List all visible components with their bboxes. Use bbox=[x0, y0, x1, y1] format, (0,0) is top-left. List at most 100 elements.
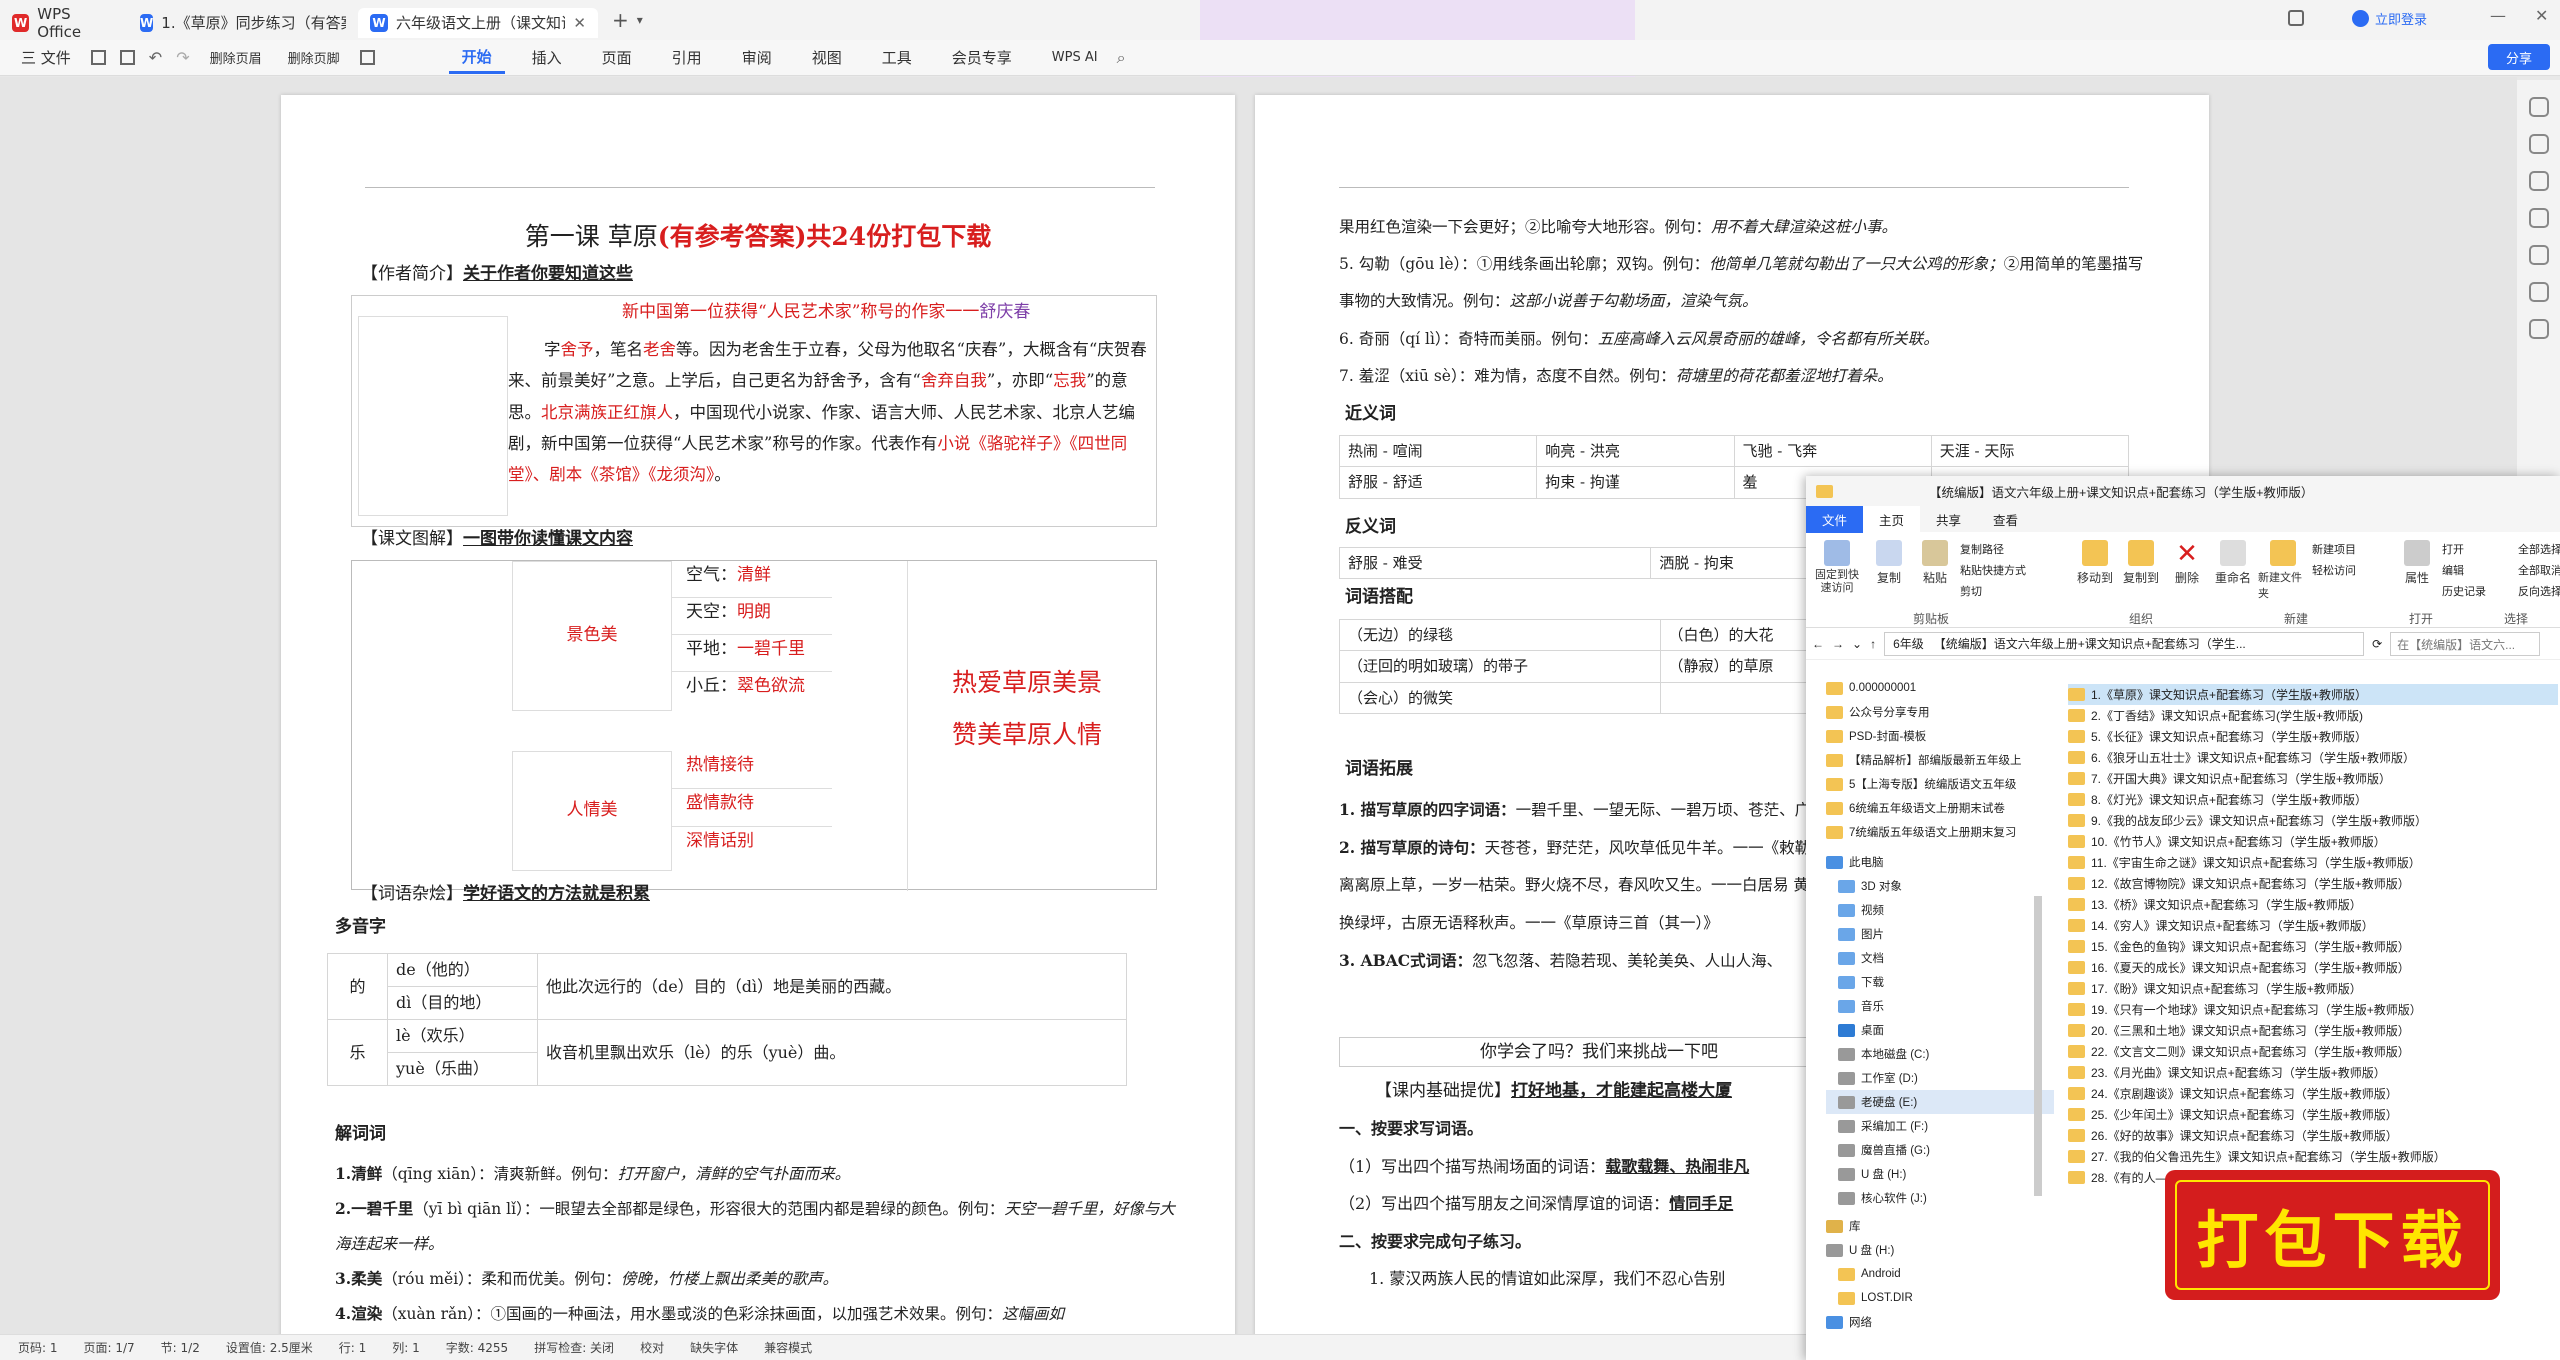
chevron-down-icon[interactable]: ▾ bbox=[637, 13, 643, 27]
tab-reference[interactable]: 引用 bbox=[659, 42, 715, 74]
nav-item[interactable]: 6统编五年级语文上册期末试卷 bbox=[1826, 796, 2054, 820]
undo-icon[interactable]: ↶ bbox=[149, 48, 162, 67]
pin-quick-access-button[interactable]: 固定到快速访问 bbox=[1810, 540, 1864, 595]
paste-shortcut-button[interactable]: 粘贴快捷方式 bbox=[1960, 561, 2070, 582]
tab-share[interactable]: 共享 bbox=[1920, 506, 1977, 533]
list-item[interactable]: 14.《穷人》课文知识点+配套练习（学生版+教师版） bbox=[2068, 915, 2558, 936]
nav-item[interactable]: U 盘 (H:) bbox=[1826, 1162, 2054, 1186]
breadcrumb[interactable]: 6年级 bbox=[1893, 635, 1924, 652]
format-icon[interactable] bbox=[359, 50, 375, 65]
new-item-button[interactable]: 新建项目 bbox=[2312, 540, 2392, 561]
select-none-button[interactable]: 全部取消 bbox=[2518, 561, 2560, 582]
nav-item[interactable]: 0.000000001 bbox=[1826, 676, 2054, 700]
new-folder-button[interactable]: 新建文件夹 bbox=[2258, 540, 2308, 601]
address-bar[interactable]: 6年级 【统编版】语文六年级上册+课文知识点+配套练习（学生... bbox=[1884, 631, 2365, 656]
avatar-icon[interactable] bbox=[2352, 10, 2369, 27]
copy-to-button[interactable]: 复制到 bbox=[2120, 540, 2162, 586]
list-item[interactable]: 10.《竹节人》课文知识点+配套练习（学生版+教师版） bbox=[2068, 831, 2558, 852]
back-icon[interactable]: ← bbox=[1812, 637, 1824, 651]
list-item[interactable]: 13.《桥》课文知识点+配套练习（学生版+教师版） bbox=[2068, 894, 2558, 915]
share-button[interactable]: 分享 bbox=[2488, 44, 2550, 70]
list-item[interactable]: 12.《故宫博物院》课文知识点+配套练习（学生版+教师版） bbox=[2068, 873, 2558, 894]
tab-member[interactable]: 会员专享 bbox=[939, 42, 1025, 74]
rename-button[interactable]: 重命名 bbox=[2212, 540, 2254, 586]
properties-button[interactable]: 属性 bbox=[2396, 540, 2438, 586]
tab-document-1[interactable]: W 1.《草原》同步练习（有答案）.docx bbox=[128, 8, 358, 38]
list-item[interactable]: 1.《草原》课文知识点+配套练习（学生版+教师版） bbox=[2068, 684, 2558, 705]
cut-button[interactable]: 剪切 bbox=[1960, 582, 2070, 603]
nav-item[interactable]: 文档 bbox=[1826, 946, 2054, 970]
file-menu[interactable]: 三 文件 bbox=[8, 42, 84, 74]
nav-item[interactable]: PSD-封面-模板 bbox=[1826, 724, 2054, 748]
nav-item[interactable]: 3D 对象 bbox=[1826, 874, 2054, 898]
up-icon[interactable]: ↑ bbox=[1870, 637, 1876, 651]
list-item[interactable]: 6.《狼牙山五壮士》课文知识点+配套练习（学生版+教师版） bbox=[2068, 747, 2558, 768]
print-icon[interactable] bbox=[119, 50, 135, 65]
layout-icon[interactable] bbox=[2288, 10, 2304, 26]
list-item[interactable]: 24.《京剧趣谈》课文知识点+配套练习（学生版+教师版） bbox=[2068, 1083, 2558, 1104]
search-icon[interactable]: ⌕ bbox=[1117, 48, 1126, 68]
nav-item[interactable]: Android bbox=[1826, 1262, 2054, 1286]
tab-insert[interactable]: 插入 bbox=[519, 42, 575, 74]
delete-header-button[interactable]: 删除页眉 bbox=[197, 42, 275, 74]
nav-item[interactable]: 音乐 bbox=[1826, 994, 2054, 1018]
list-item[interactable]: 20.《三黑和土地》课文知识点+配套练习（学生版+教师版） bbox=[2068, 1020, 2558, 1041]
list-item[interactable]: 9.《我的战友邱少云》课文知识点+配套练习（学生版+教师版） bbox=[2068, 810, 2558, 831]
list-item[interactable]: 15.《金色的鱼钩》课文知识点+配套练习（学生版+教师版） bbox=[2068, 936, 2558, 957]
move-to-button[interactable]: 移动到 bbox=[2074, 540, 2116, 586]
list-item[interactable]: 23.《月光曲》课文知识点+配套练习（学生版+教师版） bbox=[2068, 1062, 2558, 1083]
settings-icon[interactable] bbox=[2528, 282, 2549, 302]
tab-home[interactable]: 主页 bbox=[1863, 505, 1921, 533]
list-item[interactable]: 2.《丁香结》课文知识点+配套练习(学生版+教师版) bbox=[2068, 705, 2558, 726]
select-all-button[interactable]: 全部选择 bbox=[2518, 540, 2560, 561]
comment-icon[interactable] bbox=[2528, 245, 2549, 265]
delete-button[interactable]: ✕ 删除 bbox=[2166, 540, 2208, 586]
nav-item[interactable]: 采编加工 (F:) bbox=[1826, 1114, 2054, 1138]
close-window-icon[interactable]: ✕ bbox=[2535, 6, 2548, 25]
nav-item[interactable]: 库 bbox=[1826, 1214, 2054, 1238]
redo-icon[interactable]: ↷ bbox=[176, 48, 189, 67]
breadcrumb[interactable]: 【统编版】语文六年级上册+课文知识点+配套练习（学生... bbox=[1934, 635, 2246, 652]
list-item[interactable]: 19.《只有一个地球》课文知识点+配套练习（学生版+教师版） bbox=[2068, 999, 2558, 1020]
tab-file[interactable]: 文件 bbox=[1806, 505, 1864, 533]
tab-tools[interactable]: 工具 bbox=[869, 42, 925, 74]
style-icon[interactable] bbox=[2528, 134, 2549, 154]
wps-ai-button[interactable]: WPS AI bbox=[1039, 42, 1111, 74]
nav-item[interactable]: 魔兽直播 (G:) bbox=[1826, 1138, 2054, 1162]
list-item[interactable]: 16.《夏天的成长》课文知识点+配套练习（学生版+教师版） bbox=[2068, 957, 2558, 978]
list-item[interactable]: 17.《盼》课文知识点+配套练习（学生版+教师版） bbox=[2068, 978, 2558, 999]
delete-footer-button[interactable]: 删除页脚 bbox=[275, 42, 353, 74]
list-item[interactable]: 8.《灯光》课文知识点+配套练习（学生版+教师版） bbox=[2068, 789, 2558, 810]
select-icon[interactable] bbox=[2528, 171, 2549, 191]
nav-item[interactable]: 核心软件 (J:) bbox=[1826, 1186, 2054, 1210]
nav-item[interactable]: 本地磁盘 (C:) bbox=[1826, 1042, 2054, 1066]
tab-view[interactable]: 视图 bbox=[799, 42, 855, 74]
nav-item[interactable]: 工作室 (D:) bbox=[1826, 1066, 2054, 1090]
open-button[interactable]: 打开 bbox=[2442, 540, 2514, 561]
nav-item[interactable]: U 盘 (H:) bbox=[1826, 1238, 2054, 1262]
tab-document-2[interactable]: W 六年级语文上册（课文知识点+ ✕ bbox=[358, 7, 598, 38]
search-input[interactable]: 在【统编版】语文六... bbox=[2390, 631, 2541, 656]
download-banner[interactable]: 打包下载 bbox=[2165, 1170, 2500, 1300]
forward-icon[interactable]: → bbox=[1832, 637, 1844, 651]
nav-item-this-pc[interactable]: 此电脑 bbox=[1826, 850, 2054, 874]
list-item[interactable]: 27.《我的伯父鲁迅先生》课文知识点+配套练习（学生版+教师版） bbox=[2068, 1146, 2558, 1167]
tab-review[interactable]: 审阅 bbox=[729, 42, 785, 74]
list-item[interactable]: 22.《文言文二则》课文知识点+配套练习（学生版+教师版） bbox=[2068, 1041, 2558, 1062]
list-item[interactable]: 5.《长征》课文知识点+配套练习（学生版+教师版） bbox=[2068, 726, 2558, 747]
nav-item[interactable]: 下载 bbox=[1826, 970, 2054, 994]
tab-page[interactable]: 页面 bbox=[589, 42, 645, 74]
tab-home[interactable]: 开始 bbox=[448, 42, 505, 74]
close-tab-icon[interactable]: ✕ bbox=[573, 14, 586, 32]
nav-scrollbar[interactable] bbox=[2034, 896, 2042, 1196]
nav-item[interactable]: 桌面 bbox=[1826, 1018, 2054, 1042]
tab-view[interactable]: 查看 bbox=[1977, 506, 2034, 533]
paste-button[interactable]: 粘贴 bbox=[1914, 540, 1956, 586]
nav-item[interactable]: 公众号分享专用 bbox=[1826, 700, 2054, 724]
nav-item[interactable]: 【精品解析】部编版最新五年级上 bbox=[1826, 748, 2054, 772]
nav-pane-icon[interactable] bbox=[2528, 97, 2549, 117]
history-button[interactable]: 历史记录 bbox=[2442, 582, 2514, 603]
nav-item[interactable]: 视频 bbox=[1826, 898, 2054, 922]
list-item[interactable]: 11.《宇宙生命之谜》课文知识点+配套练习（学生版+教师版） bbox=[2068, 852, 2558, 873]
login-link[interactable]: 立即登录 bbox=[2375, 9, 2427, 28]
